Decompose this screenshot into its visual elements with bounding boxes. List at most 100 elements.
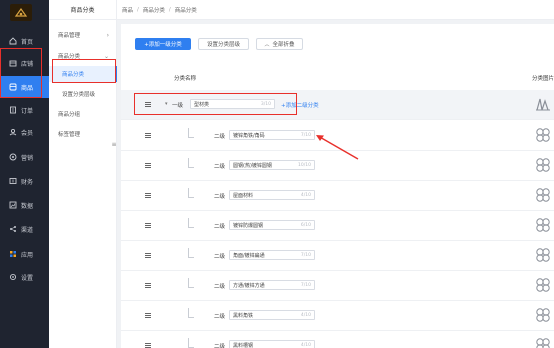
category-name-value: 黑料槽钢 <box>233 342 254 348</box>
table-row: 二级 方通/镀锌方通 7/10 <box>121 271 554 301</box>
nav-item-9[interactable]: 应用 <box>0 243 49 265</box>
char-count: 10/10 <box>298 162 311 168</box>
char-count: 4/10 <box>300 342 311 348</box>
nav-item-7[interactable]: 数据 <box>0 194 49 216</box>
drag-handle-icon[interactable] <box>145 163 151 168</box>
logo-mark-icon <box>14 7 28 17</box>
category-name-value: 角面/镀锌扁通 <box>233 252 265 259</box>
drag-handle-icon[interactable] <box>145 343 151 348</box>
category-image-thumb[interactable] <box>535 157 551 173</box>
category-image-thumb[interactable] <box>535 217 551 233</box>
char-count: 4/10 <box>300 312 311 318</box>
placeholder-image-icon <box>535 128 551 145</box>
tree-connector <box>188 338 194 348</box>
home-icon <box>9 37 17 45</box>
app-logo <box>10 4 32 21</box>
nav-item-label: 会员 <box>21 129 34 137</box>
category-name-input[interactable]: 屋面材料 4/10 <box>229 190 315 200</box>
sidebar-item-goods-group[interactable]: 商品分组 <box>49 106 117 122</box>
char-count: 7/10 <box>300 282 311 288</box>
nav-item-10[interactable]: 设置 <box>0 266 49 288</box>
category-image-thumb[interactable] <box>535 247 551 263</box>
breadcrumb-item[interactable]: 商品分类 <box>143 6 165 14</box>
drag-handle-icon[interactable] <box>145 253 151 258</box>
sidebar-item-goods-manage[interactable]: 商品管理 › <box>49 27 117 43</box>
category-name-input[interactable]: 镀锌防爆圆钢 6/10 <box>229 220 315 230</box>
tree-connector <box>188 308 194 318</box>
nav-item-label: 订单 <box>21 107 34 115</box>
sidebar-collapse-handle[interactable]: ≡ <box>111 139 117 149</box>
settings-icon <box>9 273 17 281</box>
category-name-value: 圆钢(热)镀锌圆钢 <box>233 162 272 169</box>
column-header-name: 分类名称 <box>174 76 197 82</box>
set-level-button[interactable]: 设置分类层级 <box>198 38 249 50</box>
channel-icon <box>9 225 17 233</box>
category-image-thumb[interactable] <box>535 307 551 323</box>
level-label: 二级 <box>214 344 226 348</box>
category-name-input[interactable]: 黑料角铁 4/10 <box>229 310 315 320</box>
category-image-thumb[interactable] <box>535 96 551 112</box>
category-name-input[interactable]: 角面/镀锌扁通 7/10 <box>229 250 315 260</box>
tree-connector <box>188 218 194 228</box>
level-label: 二级 <box>214 314 226 320</box>
level-label: 二级 <box>214 224 226 230</box>
sidebar-item-label: 商品管理 <box>58 33 81 39</box>
nav-item-3[interactable]: 订单 <box>0 99 49 121</box>
breadcrumb-item[interactable]: 商品 <box>122 6 133 14</box>
column-header-image: 分类图片 <box>532 76 554 82</box>
category-name-input[interactable]: 镀锌角铁/角码 7/10 <box>229 130 315 140</box>
table-row: 二级 屋面材料 4/10 <box>121 181 554 211</box>
table-row: 二级 黑料角铁 4/10 <box>121 301 554 331</box>
tree-connector <box>188 188 194 198</box>
add-top-category-button[interactable]: +添加一级分类 <box>135 38 191 50</box>
sidebar-title: 商品分类 <box>49 0 116 20</box>
category-name-value: 方通/镀锌方通 <box>233 282 265 289</box>
category-name-value: 黑料角铁 <box>233 312 254 319</box>
category-name-input[interactable]: 圆钢(热)镀锌圆钢 10/10 <box>229 160 315 170</box>
nav-item-8[interactable]: 渠道 <box>0 218 49 240</box>
char-count: 6/10 <box>300 222 311 228</box>
placeholder-image-icon <box>535 308 551 325</box>
annotation-arrow-icon <box>316 135 359 160</box>
category-name-input[interactable]: 方通/镀锌方通 7/10 <box>229 280 315 290</box>
category-image-thumb[interactable] <box>535 127 551 143</box>
toolbar: +添加一级分类 设置分类层级 ︿ 全部折叠 <box>135 38 303 50</box>
sidebar-item-tag-manage[interactable]: 标签管理 <box>49 126 117 142</box>
breadcrumb-current: 商品分类 <box>174 7 197 14</box>
sidebar-item-category-level[interactable]: 设置分类层级 <box>49 86 117 102</box>
drag-handle-icon[interactable] <box>145 313 151 318</box>
collapse-all-button[interactable]: ︿ 全部折叠 <box>256 38 303 50</box>
placeholder-image-icon <box>535 248 551 265</box>
category-name-input[interactable]: 黑料槽钢 4/10 <box>229 340 315 348</box>
secondary-sidebar: 商品分类 商品管理 › 商品分类 ⌄ 商品分类 设置分类层级 商品分组 标签管理 <box>49 0 117 348</box>
category-image-thumb[interactable] <box>535 187 551 203</box>
level-label: 二级 <box>214 254 226 260</box>
category-image-thumb[interactable] <box>535 277 551 293</box>
char-count: 7/10 <box>300 252 311 258</box>
drag-handle-icon[interactable] <box>145 193 151 198</box>
level-label: 二级 <box>214 134 226 140</box>
tree-connector <box>188 158 194 168</box>
table-row: 二级 黑料槽钢 4/10 <box>121 331 554 348</box>
table-row: 二级 镀锌防爆圆钢 6/10 <box>121 211 554 241</box>
chevron-right-icon: › <box>106 31 109 39</box>
member-icon <box>9 128 17 136</box>
nav-item-6[interactable]: 财务 <box>0 170 49 192</box>
chevron-up-icon: ︿ <box>264 41 270 48</box>
tree-connector <box>188 248 194 258</box>
breadcrumb: 商品 / 商品分类 / 商品分类 <box>117 0 554 20</box>
drag-handle-icon[interactable] <box>145 223 151 228</box>
drag-handle-icon[interactable] <box>145 283 151 288</box>
drag-handle-icon[interactable] <box>145 133 151 138</box>
nav-item-4[interactable]: 会员 <box>0 121 49 143</box>
category-image-thumb[interactable] <box>535 337 551 348</box>
tree-connector <box>188 128 194 138</box>
nav-item-5[interactable]: 营销 <box>0 146 49 168</box>
level-label: 二级 <box>214 194 226 200</box>
main-panel: +添加一级分类 设置分类层级 ︿ 全部折叠 分类名称 分类图片 ▾ 一级 型材类… <box>121 24 554 348</box>
marketing-icon <box>9 153 17 161</box>
tree-connector <box>188 278 194 288</box>
category-name-value: 镀锌角铁/角码 <box>233 132 265 139</box>
finance-icon <box>9 177 17 185</box>
category-name-value: 镀锌防爆圆钢 <box>233 222 264 229</box>
